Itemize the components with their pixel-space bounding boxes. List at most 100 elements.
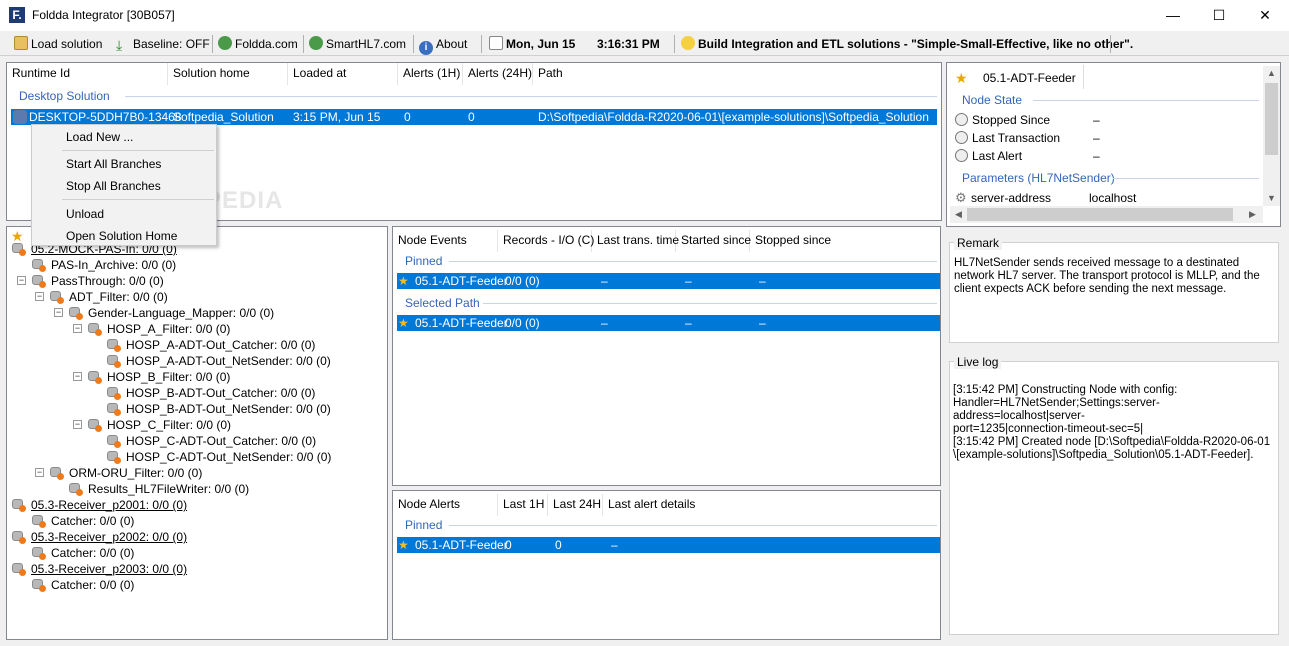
tree-collapse-toggle[interactable]: −: [73, 372, 82, 381]
properties-panel: ★ 05.1-ADT-Feeder Node State Stopped Sin…: [946, 62, 1281, 227]
node-gear-icon: [106, 338, 122, 352]
horizontal-scrollbar[interactable]: ◀ ▶: [950, 206, 1263, 223]
tree-node[interactable]: PAS-In_Archive: 0/0 (0): [51, 257, 176, 273]
scroll-left-icon[interactable]: ◀: [950, 209, 967, 220]
cell-solution-home: Softpedia_Solution: [173, 110, 274, 124]
menu-item-stop-all-branches[interactable]: Stop All Branches: [32, 176, 216, 196]
live-log-title: Live log: [954, 355, 1002, 369]
param-name: server-address: [971, 191, 1052, 205]
column-header-alerts-24h[interactable]: Alerts (24H): [463, 63, 533, 85]
column-header-loaded-at[interactable]: Loaded at: [288, 63, 398, 85]
table-row[interactable]: DESKTOP-5DDH7B0-13468 Softpedia_Solution…: [11, 109, 937, 125]
toolbar-separator: [481, 35, 482, 53]
group-divider: [449, 261, 937, 262]
smarthl7-link[interactable]: SmartHL7.com: [309, 35, 406, 53]
tree-collapse-toggle[interactable]: −: [17, 276, 26, 285]
cell-node-name: 05.1-ADT-Feeder: [415, 316, 508, 330]
tree-node[interactable]: HOSP_A_Filter: 0/0 (0): [107, 321, 230, 337]
tree-collapse-toggle[interactable]: −: [35, 468, 44, 477]
column-header-stopped-since[interactable]: Stopped since: [750, 230, 940, 252]
tree-node[interactable]: HOSP_B-ADT-Out_Catcher: 0/0 (0): [126, 385, 315, 401]
column-header-records[interactable]: Records - I/O (C): [498, 230, 594, 252]
table-row[interactable]: ★ 05.1-ADT-Feeder 0/0 (0) – – –: [397, 315, 940, 331]
tree-node[interactable]: HOSP_A-ADT-Out_Catcher: 0/0 (0): [126, 337, 315, 353]
tree-node[interactable]: HOSP_B-ADT-Out_NetSender: 0/0 (0): [126, 401, 331, 417]
tree-node[interactable]: HOSP_C-ADT-Out_Catcher: 0/0 (0): [126, 433, 316, 449]
scroll-down-icon[interactable]: ▼: [1263, 193, 1280, 203]
tree-node[interactable]: Gender-Language_Mapper: 0/0 (0): [88, 305, 274, 321]
minimize-button[interactable]: —: [1150, 0, 1196, 31]
tree-node[interactable]: Results_HL7FileWriter: 0/0 (0): [88, 481, 249, 497]
table-row[interactable]: ★ 05.1-ADT-Feeder 0/0 (0) – – –: [397, 273, 940, 289]
column-header-started-since[interactable]: Started since: [676, 230, 751, 252]
group-pinned: Pinned: [405, 518, 443, 532]
menu-item-start-all-branches[interactable]: Start All Branches: [32, 154, 216, 174]
column-header-solution-home[interactable]: Solution home: [168, 63, 288, 85]
column-header-last-trans-time[interactable]: Last trans. time: [592, 230, 679, 252]
cell-alerts-24h: 0: [468, 110, 475, 124]
tree-node[interactable]: 05.3-Receiver_p2003: 0/0 (0): [31, 561, 187, 577]
tree-node[interactable]: PassThrough: 0/0 (0): [51, 273, 164, 289]
column-header-alerts-1h[interactable]: Alerts (1H): [398, 63, 463, 85]
star-icon: ★: [955, 70, 968, 86]
tree-node[interactable]: HOSP_C-ADT-Out_NetSender: 0/0 (0): [126, 449, 331, 465]
tree-node[interactable]: ADT_Filter: 0/0 (0): [69, 289, 168, 305]
remark-title: Remark: [954, 236, 1003, 250]
menu-item-unload[interactable]: Unload: [32, 204, 216, 224]
table-row[interactable]: ★ 05.1-ADT-Feeder 0 0 –: [397, 537, 940, 553]
cell-last-1h: 0: [505, 538, 512, 552]
calendar-icon: [489, 36, 503, 50]
menu-separator: [62, 150, 214, 151]
close-button[interactable]: ✕: [1242, 0, 1288, 31]
about-button[interactable]: i About: [419, 35, 467, 55]
info-icon: i: [419, 41, 433, 55]
tree-node[interactable]: Catcher: 0/0 (0): [51, 545, 134, 561]
tree-collapse-toggle[interactable]: −: [73, 324, 82, 333]
tree-node[interactable]: Catcher: 0/0 (0): [51, 577, 134, 593]
group-desktop-solution: Desktop Solution: [19, 89, 110, 103]
menu-separator: [62, 199, 214, 200]
column-header-path[interactable]: Path: [533, 63, 941, 85]
maximize-button[interactable]: ☐: [1196, 0, 1242, 31]
tree-node[interactable]: 05.3-Receiver_p2001: 0/0 (0): [31, 497, 187, 513]
load-solution-button[interactable]: Load solution: [14, 35, 102, 53]
tree-node[interactable]: ORM-ORU_Filter: 0/0 (0): [69, 465, 202, 481]
tree-collapse-toggle[interactable]: −: [35, 292, 44, 301]
column-header-node-alerts[interactable]: Node Alerts: [393, 494, 498, 516]
log-line: [3:15:42 PM] Created node [D:\Softpedia\…: [953, 436, 1271, 448]
scroll-thumb[interactable]: [967, 208, 1233, 221]
cell-stopped: –: [759, 274, 766, 288]
menu-item-open-solution-home[interactable]: Open Solution Home: [32, 226, 216, 246]
group-parameters: Parameters (HL7NetSender): [962, 171, 1115, 185]
column-header-last-1h[interactable]: Last 1H: [498, 494, 548, 516]
cell-records: 0/0 (0): [505, 274, 540, 288]
tree-node[interactable]: 05.3-Receiver_p2002: 0/0 (0): [31, 529, 187, 545]
toolbar-separator: [303, 35, 304, 53]
scroll-thumb[interactable]: [1265, 83, 1278, 155]
param-value[interactable]: localhost: [1089, 191, 1136, 205]
vertical-scrollbar[interactable]: ▲ ▼: [1263, 66, 1280, 206]
foldda-link[interactable]: Foldda.com: [218, 35, 298, 53]
column-header-last-alert-details[interactable]: Last alert details: [603, 494, 940, 516]
tree-collapse-toggle[interactable]: −: [54, 308, 63, 317]
baseline-toggle[interactable]: ⤓ Baseline: OFF: [116, 35, 210, 53]
tree-collapse-toggle[interactable]: −: [73, 420, 82, 429]
tree-node[interactable]: HOSP_A-ADT-Out_NetSender: 0/0 (0): [126, 353, 331, 369]
column-header-runtime-id[interactable]: Runtime Id: [7, 63, 168, 85]
remark-text: HL7NetSender sends received message to a…: [954, 257, 1260, 295]
tree-node[interactable]: HOSP_C_Filter: 0/0 (0): [107, 417, 231, 433]
column-header-node-events[interactable]: Node Events: [393, 230, 498, 252]
scroll-up-icon[interactable]: ▲: [1263, 68, 1280, 78]
tree-node[interactable]: HOSP_B_Filter: 0/0 (0): [107, 369, 230, 385]
node-gear-icon: [11, 530, 27, 544]
remark-section: Remark HL7NetSender sends received messa…: [946, 231, 1281, 345]
cell-node-name: 05.1-ADT-Feeder: [415, 274, 508, 288]
column-header-last-24h[interactable]: Last 24H: [548, 494, 603, 516]
tree-node[interactable]: Catcher: 0/0 (0): [51, 513, 134, 529]
node-alerts-table: Node Alerts Last 1H Last 24H Last alert …: [392, 490, 941, 640]
scroll-right-icon[interactable]: ▶: [1244, 209, 1261, 220]
pinned-star-icon: ★: [398, 538, 409, 552]
menu-item-load-new[interactable]: Load New ...: [32, 127, 216, 147]
app-logo-icon: F.: [9, 7, 25, 23]
toolbar-separator: [212, 35, 213, 53]
